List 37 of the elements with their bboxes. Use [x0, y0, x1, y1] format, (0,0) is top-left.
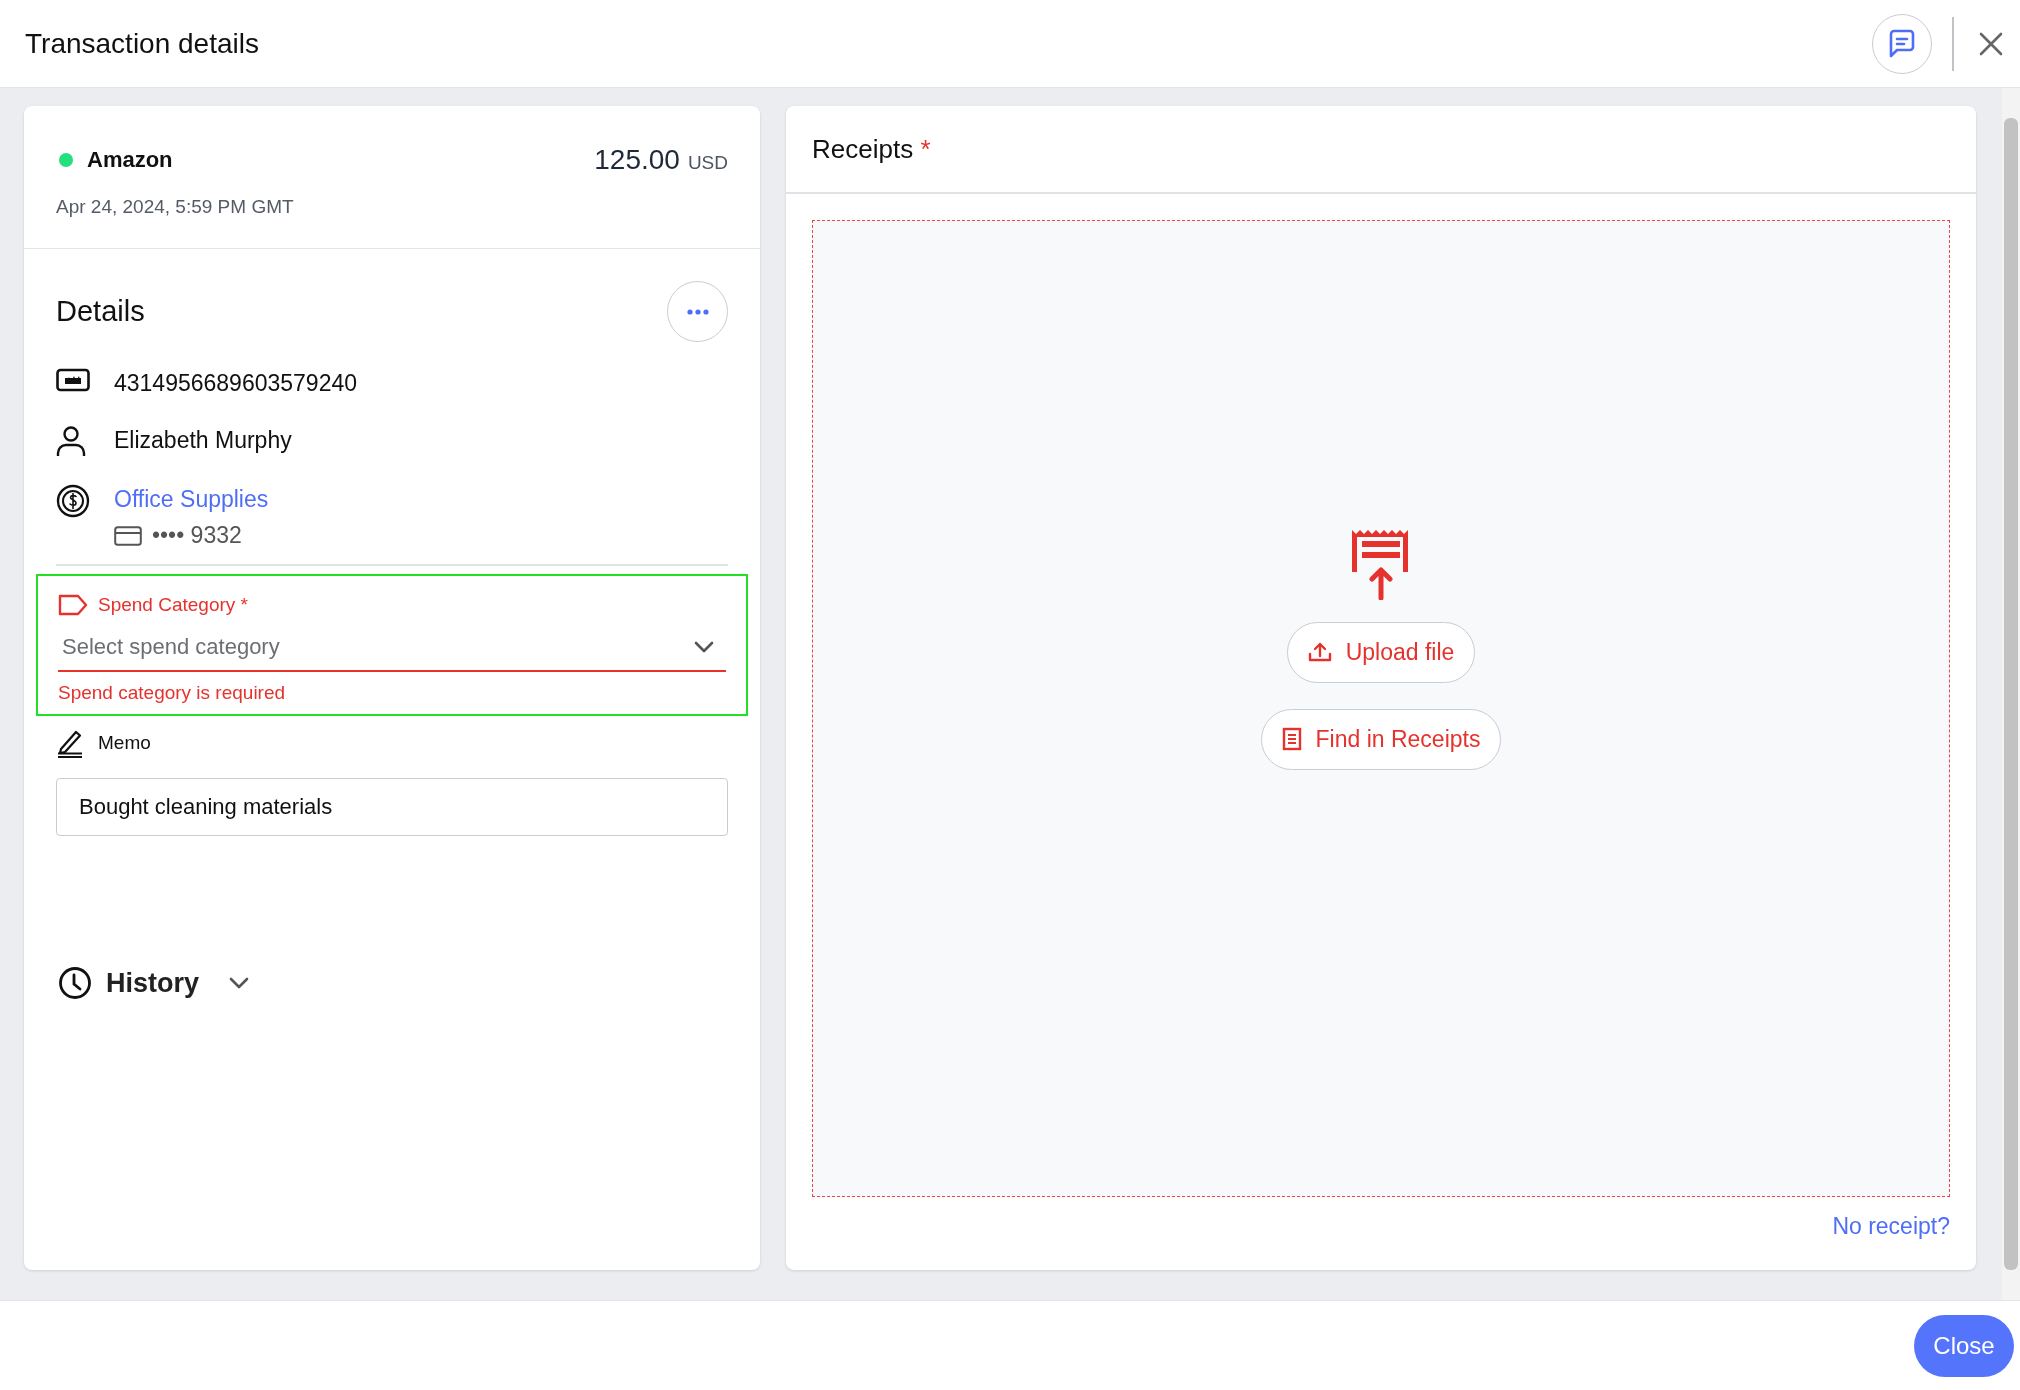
card-number: 4314956689603579240 [114, 369, 358, 398]
pen-icon [56, 728, 84, 758]
more-icon [686, 308, 709, 315]
currency: USD [687, 152, 728, 174]
amount: 125.00 [594, 144, 680, 176]
section-title: Details [56, 295, 145, 328]
clock-icon [58, 966, 92, 1000]
merchant-name: Amazon [87, 147, 173, 173]
drop-zone[interactable]: Upload file Find in Receipts [812, 220, 1950, 1197]
transaction-date: Apr 24, 2024, 5:59 PM GMT [56, 196, 295, 218]
memo-input[interactable]: Bought cleaning materials [56, 778, 728, 836]
history-toggle[interactable]: History [106, 967, 250, 999]
window-title: Transaction details [25, 27, 259, 60]
close-icon [1978, 30, 2004, 57]
card-last-digits: •••• 9332 [152, 522, 242, 549]
error-message: Spend category is required [58, 682, 287, 704]
field-label: Memo [98, 732, 151, 754]
credit-card-icon [114, 525, 142, 546]
upload-file-button[interactable]: Upload file [1286, 621, 1476, 683]
chevron-down-icon [694, 641, 714, 653]
upload-icon [1307, 641, 1332, 663]
account-link[interactable]: Office Supplies [114, 484, 269, 514]
find-receipts-button[interactable]: Find in Receipts [1260, 708, 1502, 770]
person-icon [56, 425, 86, 457]
status-dot-icon [59, 153, 73, 167]
section-title: Receipts * [812, 133, 931, 165]
dollar-coin-icon [56, 484, 90, 518]
cardholder-name: Elizabeth Murphy [114, 426, 292, 455]
card-chip-icon [56, 368, 90, 394]
chevron-down-icon [229, 977, 250, 989]
field-label: Spend Category * [98, 594, 248, 616]
tag-icon [58, 594, 88, 616]
scrollbar[interactable] [2004, 118, 2018, 1270]
no-receipt-link[interactable]: No receipt? [1832, 1213, 1950, 1240]
close-button[interactable]: Close [1914, 1314, 2014, 1377]
spend-category-dropdown[interactable]: Select spend category [58, 616, 726, 672]
receipt-icon [1281, 727, 1302, 751]
